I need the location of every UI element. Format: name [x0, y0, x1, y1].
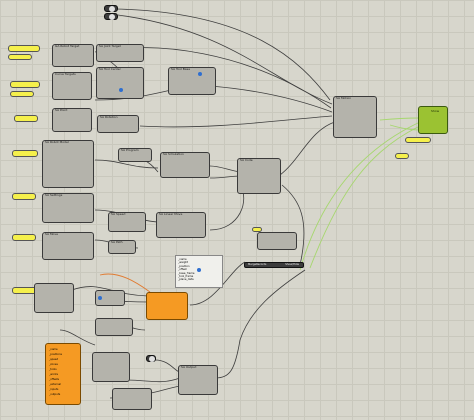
component-title: SA Program	[121, 148, 139, 152]
component-node[interactable]: SA Path	[108, 240, 136, 254]
yellow-panel[interactable]	[12, 234, 36, 241]
component-title: SA Settings	[45, 193, 63, 197]
component-node[interactable]: Curve Targets	[52, 72, 92, 100]
yellow-panel[interactable]	[10, 91, 34, 97]
cluster-orange-list[interactable]: _name _positions _speed _zones _tools _w…	[45, 343, 81, 405]
component-node[interactable]	[34, 283, 74, 313]
component-title: SA Tool Base	[171, 67, 191, 71]
component-node[interactable]: SA Settings	[42, 193, 94, 223]
yellow-panel[interactable]	[8, 54, 32, 60]
merge-records-bar[interactable]: MergeRecords Show/Hide	[244, 262, 304, 268]
component-title: SA Rotation	[100, 115, 118, 119]
component-title: SA Point	[55, 108, 68, 112]
toggle-knob[interactable]	[146, 355, 156, 362]
status-dot-icon	[98, 296, 102, 300]
component-title: GA Robot Target	[55, 44, 80, 48]
knob-handle-icon	[109, 14, 115, 20]
merge-output: Show/Hide	[285, 263, 299, 266]
yellow-panel[interactable]	[12, 193, 36, 200]
component-title: SA Move	[45, 232, 59, 236]
component-node[interactable]	[95, 318, 133, 336]
component-title: SA Motion	[336, 96, 352, 100]
cluster-line: _outputs	[49, 393, 61, 396]
component-node[interactable]: SA Speed	[108, 212, 146, 232]
component-node[interactable]: SA Robot Model	[42, 140, 94, 188]
yellow-panel[interactable]	[405, 137, 431, 143]
component-node[interactable]: SA Rotation	[97, 115, 139, 133]
merge-label: MergeRecords	[248, 263, 267, 266]
component-title: SA Tool Center	[99, 67, 121, 71]
note-line: _plane_data	[178, 278, 194, 282]
component-node[interactable]	[92, 352, 130, 382]
yellow-panel[interactable]	[10, 81, 40, 88]
geometry-title: Show	[431, 109, 440, 113]
toggle-knob[interactable]	[104, 5, 118, 12]
component-title: SA Linear Move	[159, 212, 183, 216]
status-dot-icon	[197, 268, 201, 272]
yellow-panel[interactable]	[12, 150, 38, 157]
geometry-node[interactable]: Show	[418, 106, 448, 134]
component-title: SA Output	[181, 365, 197, 369]
toggle-knob-2[interactable]	[104, 13, 118, 20]
component-node[interactable]: SA Joint Target	[96, 44, 144, 62]
yellow-panel[interactable]	[8, 45, 40, 52]
component-title: SA Robot Model	[45, 140, 69, 144]
component-title: SA Path	[111, 240, 123, 244]
component-node[interactable]: SA Tool Center	[96, 67, 144, 99]
component-title: SA Speed	[111, 212, 126, 216]
status-dot-icon	[119, 88, 123, 92]
yellow-panel[interactable]	[395, 153, 409, 159]
component-node[interactable]: SA Point	[52, 108, 92, 132]
component-node[interactable]: SA Code	[237, 158, 281, 194]
component-title: SA Joint Target	[99, 44, 121, 48]
grasshopper-canvas[interactable]: GA Robot Target SA Joint Target Curve Ta…	[0, 0, 474, 420]
status-dot-icon	[198, 72, 202, 76]
component-node[interactable]: SA Program	[118, 148, 152, 162]
component-title: Curve Targets	[55, 72, 76, 76]
yellow-panel[interactable]	[14, 115, 38, 122]
component-node[interactable]: GA Robot Target	[52, 44, 94, 67]
component-node[interactable]	[112, 388, 152, 410]
component-node[interactable]: SA Move	[42, 232, 94, 260]
cluster-orange[interactable]	[146, 292, 188, 320]
component-title: SA Code	[240, 158, 253, 162]
component-node[interactable]: SA Simulation	[160, 152, 210, 178]
component-title: SA Simulation	[163, 152, 184, 156]
component-node[interactable]: SA Motion	[333, 96, 377, 138]
component-node[interactable]: SA Output	[178, 365, 218, 395]
knob-handle-icon	[149, 356, 155, 362]
component-node[interactable]: SA Tool Base	[168, 67, 216, 95]
knob-handle-icon	[109, 6, 115, 12]
component-node[interactable]	[257, 232, 297, 250]
component-node[interactable]: SA Linear Move	[156, 212, 206, 238]
